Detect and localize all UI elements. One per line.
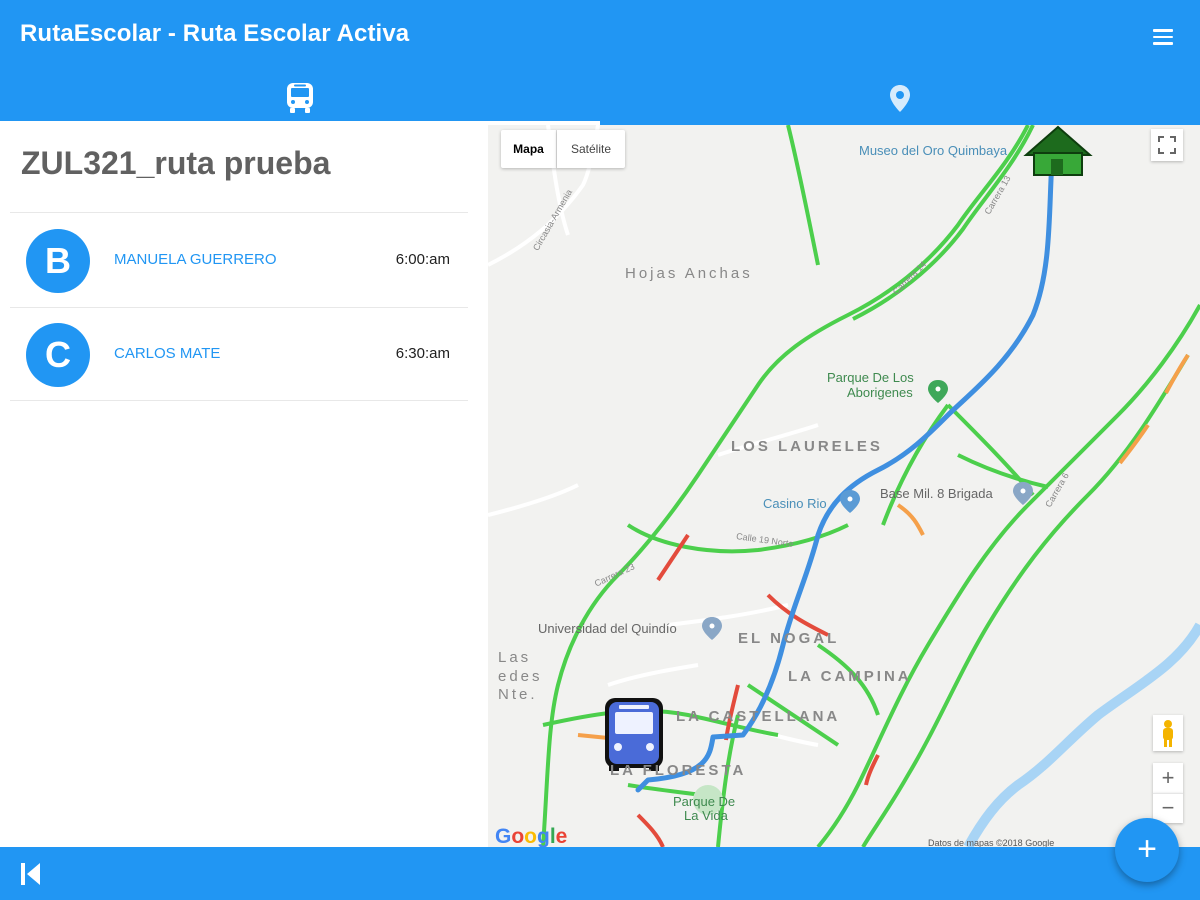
neighborhood-label: EL NOGAL — [738, 630, 840, 647]
home-marker[interactable] — [1023, 125, 1093, 176]
poi-pin[interactable] — [702, 617, 722, 640]
skip-back-icon — [21, 863, 40, 885]
tab-location[interactable] — [600, 72, 1200, 125]
route-map[interactable]: Museo del Oro Quimbaya Hojas Anchas Parq… — [488, 125, 1200, 847]
street-view-button[interactable] — [1153, 715, 1183, 751]
app-header: RutaEscolar - Ruta Escolar Activa — [0, 0, 1200, 125]
place-label: La Vida — [684, 808, 728, 823]
tab-route[interactable] — [0, 72, 600, 125]
route-title: ZUL321_ruta prueba — [21, 145, 331, 181]
fullscreen-icon — [1158, 136, 1176, 154]
zoom-in-button[interactable]: + — [1153, 763, 1183, 793]
fullscreen-button[interactable] — [1151, 129, 1183, 161]
neighborhood-label: LA FLORESTA — [610, 762, 747, 779]
bottom-bar — [0, 847, 1200, 900]
place-label: Universidad del Quindío — [538, 621, 677, 636]
neighborhood-label: LOS LAURELES — [731, 438, 883, 455]
route-panel: ZUL321_ruta prueba B MANUELA GUERRERO 6:… — [0, 125, 488, 847]
student-pickup-time: 6:30:am — [395, 345, 450, 362]
poi-pin[interactable] — [928, 380, 948, 403]
zoom-out-button[interactable]: − — [1153, 793, 1183, 823]
student-row[interactable]: C CARLOS MATE 6:30:am — [10, 307, 468, 401]
poi-pin[interactable] — [840, 490, 860, 513]
google-logo: Google — [495, 825, 568, 847]
neighborhood-label: Nte. — [498, 686, 538, 703]
place-label: Casino Rio — [763, 496, 827, 511]
bus-marker[interactable] — [605, 698, 663, 771]
student-avatar: B — [26, 229, 90, 293]
map-canvas[interactable] — [488, 125, 1200, 847]
hamburger-menu-icon[interactable] — [1146, 24, 1180, 50]
neighborhood-label: edes — [498, 668, 543, 685]
student-name[interactable]: CARLOS MATE — [114, 345, 220, 362]
map-attribution[interactable]: Datos de mapas ©2018 Google — [928, 838, 1054, 847]
map-pin-icon — [890, 85, 910, 112]
student-avatar: C — [26, 323, 90, 387]
bus-icon — [287, 83, 313, 113]
neighborhood-label: LA CASTELLANA — [676, 708, 841, 725]
place-label: Parque De Los — [827, 370, 914, 385]
student-row[interactable]: B MANUELA GUERRERO 6:00:am — [10, 213, 468, 307]
minor-streets — [488, 125, 819, 747]
student-pickup-time: 6:00:am — [395, 251, 450, 268]
student-name[interactable]: MANUELA GUERRERO — [114, 251, 277, 268]
neighborhood-label: Las — [498, 649, 532, 666]
add-fab-button[interactable]: + — [1115, 818, 1179, 882]
place-label: Museo del Oro Quimbaya — [859, 143, 1008, 158]
place-label: Parque De — [673, 794, 736, 809]
map-type-satellite-button[interactable]: Satélite — [557, 130, 625, 168]
app-title: RutaEscolar - Ruta Escolar Activa — [20, 20, 410, 47]
neighborhood-label: LA CAMPINA — [788, 668, 912, 685]
divider — [10, 400, 468, 401]
neighborhood-label: Hojas Anchas — [625, 265, 753, 282]
pegman-icon — [1163, 720, 1173, 747]
back-button[interactable] — [18, 861, 44, 887]
map-type-map-button[interactable]: Mapa — [501, 130, 557, 168]
place-label: Aborigenes — [847, 385, 913, 400]
place-label: Base Mil. 8 Brigada — [880, 486, 993, 501]
